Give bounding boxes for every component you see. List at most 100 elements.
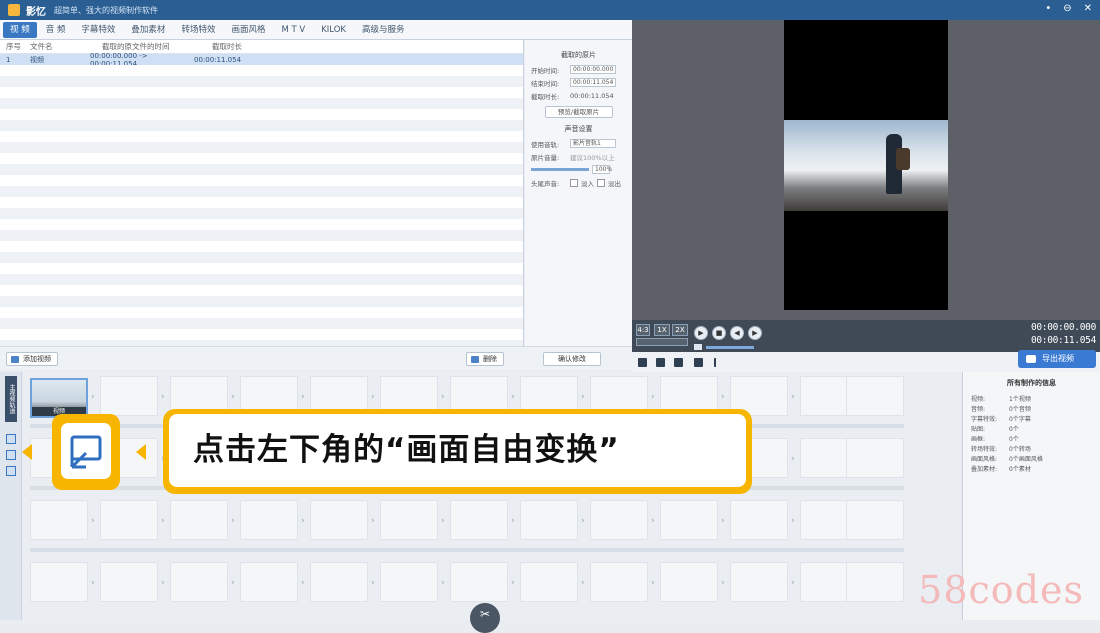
transition-arrow-icon[interactable]: ›	[651, 516, 655, 526]
audio-track-select[interactable]: 影片音轨1	[570, 139, 616, 148]
fade-in-checkbox[interactable]	[570, 178, 578, 187]
prev-frame-icon[interactable]: ◀	[730, 326, 744, 340]
scissors-icon[interactable]: ✂	[470, 603, 500, 633]
export-video-button[interactable]: 导出视频	[1018, 350, 1096, 368]
empty-slot[interactable]	[660, 500, 718, 540]
transition-arrow-icon[interactable]: ›	[441, 516, 445, 526]
transition-arrow-icon[interactable]: ›	[511, 516, 515, 526]
transition-arrow-icon[interactable]: ›	[581, 578, 585, 588]
aspect-ratio-button[interactable]: 4:3	[636, 324, 650, 336]
transition-arrow-icon[interactable]: ›	[371, 392, 375, 402]
empty-slot[interactable]	[380, 500, 438, 540]
help-icon[interactable]	[694, 358, 703, 367]
transition-arrow-icon[interactable]: ›	[301, 578, 305, 588]
empty-slot[interactable]	[590, 562, 648, 602]
empty-slot[interactable]	[660, 562, 718, 602]
transition-arrow-icon[interactable]: ›	[651, 578, 655, 588]
confirm-edit-button[interactable]: 确认修改	[543, 352, 601, 366]
tab-mtv[interactable]: M T V	[274, 22, 312, 38]
empty-slot[interactable]	[240, 500, 298, 540]
transition-arrow-icon[interactable]: ›	[791, 392, 795, 402]
empty-slot[interactable]	[730, 562, 788, 602]
empty-slot[interactable]	[846, 376, 904, 416]
transition-arrow-icon[interactable]: ›	[161, 392, 165, 402]
transition-arrow-icon[interactable]: ›	[161, 578, 165, 588]
transition-arrow-icon[interactable]: ›	[231, 392, 235, 402]
transition-slot[interactable]	[100, 376, 158, 416]
empty-slot[interactable]	[520, 562, 578, 602]
transition-arrow-icon[interactable]: ›	[91, 516, 95, 526]
transition-arrow-icon[interactable]: ›	[791, 578, 795, 588]
end-time-field[interactable]: 00:00:11.054	[570, 78, 616, 87]
crop-icon[interactable]	[6, 434, 16, 444]
transition-arrow-icon[interactable]: ›	[371, 578, 375, 588]
progress-slider[interactable]	[636, 338, 688, 346]
empty-slot[interactable]	[30, 562, 88, 602]
volume-percent-field[interactable]: 100%	[592, 165, 612, 174]
empty-slot[interactable]	[100, 562, 158, 602]
empty-slot[interactable]	[310, 500, 368, 540]
transition-arrow-icon[interactable]: ›	[371, 516, 375, 526]
transition-arrow-icon[interactable]: ›	[231, 578, 235, 588]
close-icon[interactable]: ✕	[1084, 3, 1092, 14]
tab-style[interactable]: 画面风格	[224, 22, 272, 38]
empty-slot[interactable]	[30, 500, 88, 540]
empty-slot[interactable]	[450, 500, 508, 540]
timeline-clip[interactable]: 视频	[30, 378, 88, 418]
empty-slot[interactable]	[170, 500, 228, 540]
transition-arrow-icon[interactable]: ›	[581, 392, 585, 402]
minimize-icon[interactable]: ⊖	[1063, 3, 1071, 14]
empty-slot[interactable]	[590, 500, 648, 540]
empty-slot[interactable]	[170, 562, 228, 602]
share-icon[interactable]	[714, 358, 723, 367]
empty-slot[interactable]	[240, 562, 298, 602]
transition-arrow-icon[interactable]: ›	[301, 516, 305, 526]
tab-karaoke[interactable]: KILOK	[314, 22, 353, 38]
pin-icon[interactable]: •	[1045, 3, 1051, 14]
empty-slot[interactable]	[730, 500, 788, 540]
empty-slot[interactable]	[846, 562, 904, 602]
empty-slot[interactable]	[310, 562, 368, 602]
table-row[interactable]: 1 视频 00:00:00.000 -> 00:00:11.054 00:00:…	[0, 52, 523, 68]
tab-subtitle-effects[interactable]: 字幕特效	[74, 22, 122, 38]
transition-arrow-icon[interactable]: ›	[301, 392, 305, 402]
tab-advanced[interactable]: 高级与服务	[355, 22, 412, 38]
tab-overlay[interactable]: 叠加素材	[124, 22, 172, 38]
empty-slot[interactable]	[100, 500, 158, 540]
empty-slot[interactable]	[450, 562, 508, 602]
start-time-field[interactable]: 00:00:00.000	[570, 65, 616, 74]
save-icon[interactable]	[638, 358, 647, 367]
transition-arrow-icon[interactable]: ›	[791, 454, 795, 464]
free-transform-icon[interactable]	[6, 466, 16, 476]
player-volume-slider[interactable]	[706, 346, 754, 349]
tab-audio[interactable]: 音 频	[39, 22, 73, 38]
empty-slot[interactable]	[846, 438, 904, 478]
transition-arrow-icon[interactable]: ›	[721, 578, 725, 588]
next-frame-icon[interactable]: ▶	[748, 326, 762, 340]
snapshot-icon[interactable]	[674, 358, 683, 367]
transition-arrow-icon[interactable]: ›	[161, 516, 165, 526]
transition-arrow-icon[interactable]: ›	[511, 392, 515, 402]
stop-icon[interactable]: ■	[712, 326, 726, 340]
transition-arrow-icon[interactable]: ›	[581, 516, 585, 526]
volume-slider[interactable]	[531, 168, 589, 171]
transition-arrow-icon[interactable]: ›	[791, 516, 795, 526]
empty-slot[interactable]	[846, 500, 904, 540]
empty-slot[interactable]	[520, 500, 578, 540]
transition-arrow-icon[interactable]: ›	[91, 392, 95, 402]
speed-2x-button[interactable]: 2X	[672, 324, 688, 336]
transition-arrow-icon[interactable]: ›	[511, 578, 515, 588]
add-video-button[interactable]: 添加视频	[6, 352, 58, 366]
transition-arrow-icon[interactable]: ›	[721, 516, 725, 526]
speed-1x-button[interactable]: 1X	[654, 324, 670, 336]
tab-transition[interactable]: 转场特效	[174, 22, 222, 38]
transition-arrow-icon[interactable]: ›	[231, 516, 235, 526]
preview-trim-button[interactable]: 预览/截取原片	[544, 106, 613, 118]
fade-out-checkbox[interactable]	[597, 178, 605, 187]
delete-button[interactable]: 删除	[466, 352, 504, 366]
empty-slot[interactable]	[380, 562, 438, 602]
transition-arrow-icon[interactable]: ›	[651, 392, 655, 402]
transition-arrow-icon[interactable]: ›	[441, 392, 445, 402]
transition-arrow-icon[interactable]: ›	[721, 392, 725, 402]
transition-arrow-icon[interactable]: ›	[91, 578, 95, 588]
